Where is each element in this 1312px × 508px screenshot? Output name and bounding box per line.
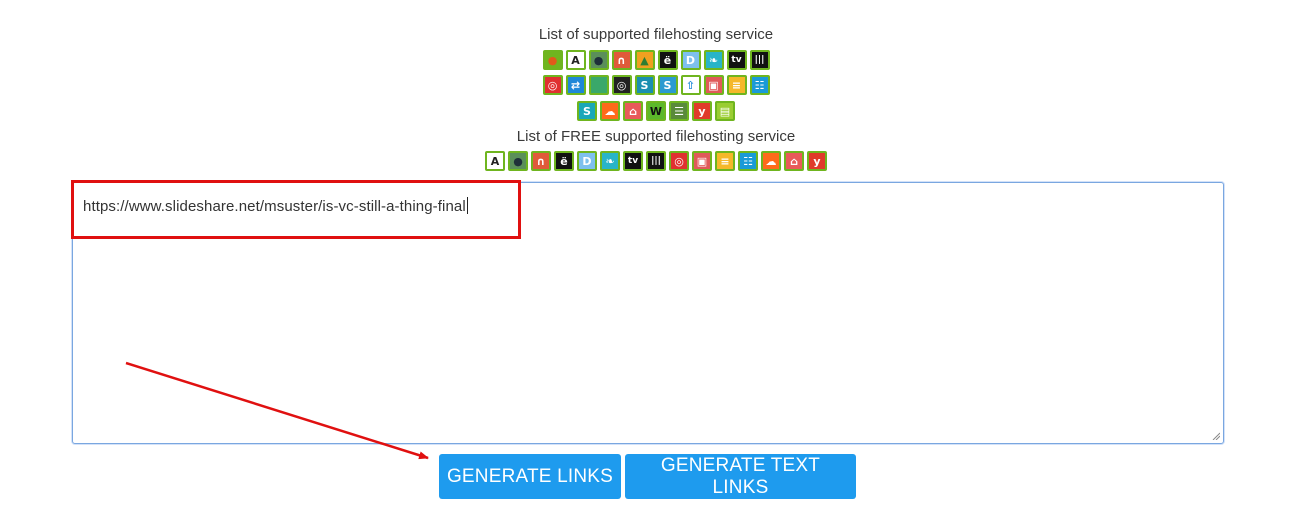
annotation-arrow <box>125 361 429 460</box>
generate-text-links-button[interactable]: GENERATE TEXT LINKS <box>625 454 856 499</box>
generate-links-button[interactable]: GENERATE LINKS <box>439 454 621 499</box>
